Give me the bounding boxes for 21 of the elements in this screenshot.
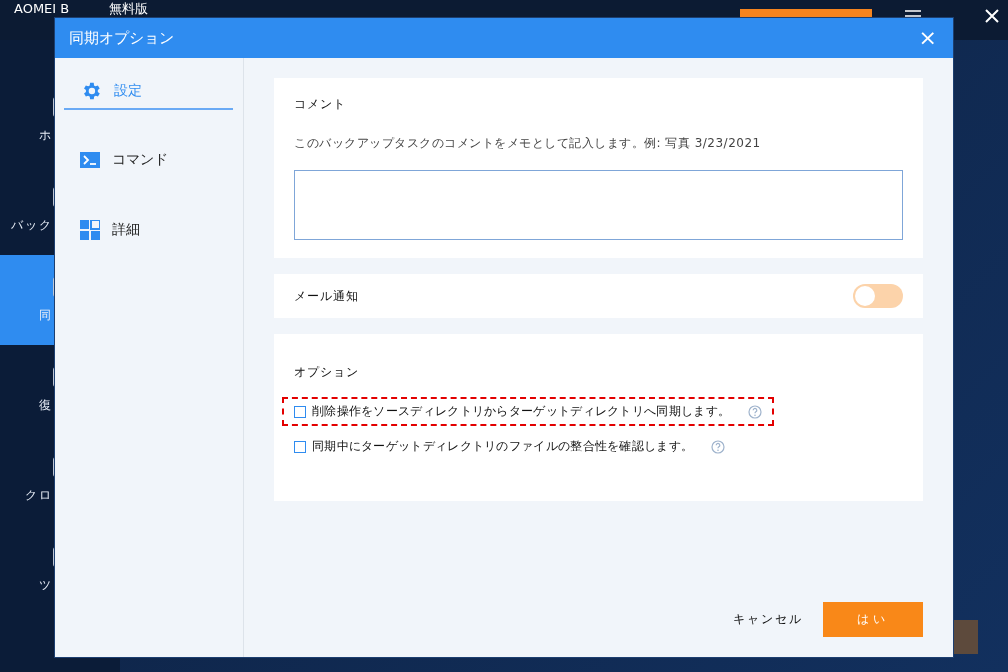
option-label: 同期中にターゲットディレクトリのファイルの整合性を確認します。 — [312, 438, 694, 455]
email-label: メール通知 — [294, 287, 359, 305]
help-icon[interactable] — [748, 404, 763, 419]
app-tile — [953, 620, 978, 654]
edition-label: 無料版 — [109, 1, 149, 16]
comment-description: このバックアップタスクのコメントをメモとして記入します。例: 写真 3/23/2021 — [294, 135, 762, 152]
sidebar-item[interactable]: コマンド — [64, 126, 233, 196]
dialog-title: 同期オプション — [69, 28, 174, 48]
close-icon[interactable] — [985, 9, 999, 23]
email-toggle[interactable] — [853, 284, 903, 308]
grid-icon — [80, 220, 100, 240]
app-title: AOMEI B — [14, 1, 70, 16]
sidebar-item[interactable]: 詳細 — [64, 196, 233, 266]
checkbox[interactable] — [294, 440, 306, 453]
option-label: 削除操作をソースディレクトリからターゲットディレクトリへ同期します。 — [312, 403, 731, 420]
cancel-button[interactable]: キャンセル — [727, 610, 809, 629]
checkbox[interactable] — [294, 405, 306, 418]
terminal-icon — [80, 152, 100, 168]
section-heading: オプション — [294, 364, 360, 381]
help-icon[interactable] — [711, 439, 726, 454]
section-heading: コメント — [294, 96, 347, 113]
